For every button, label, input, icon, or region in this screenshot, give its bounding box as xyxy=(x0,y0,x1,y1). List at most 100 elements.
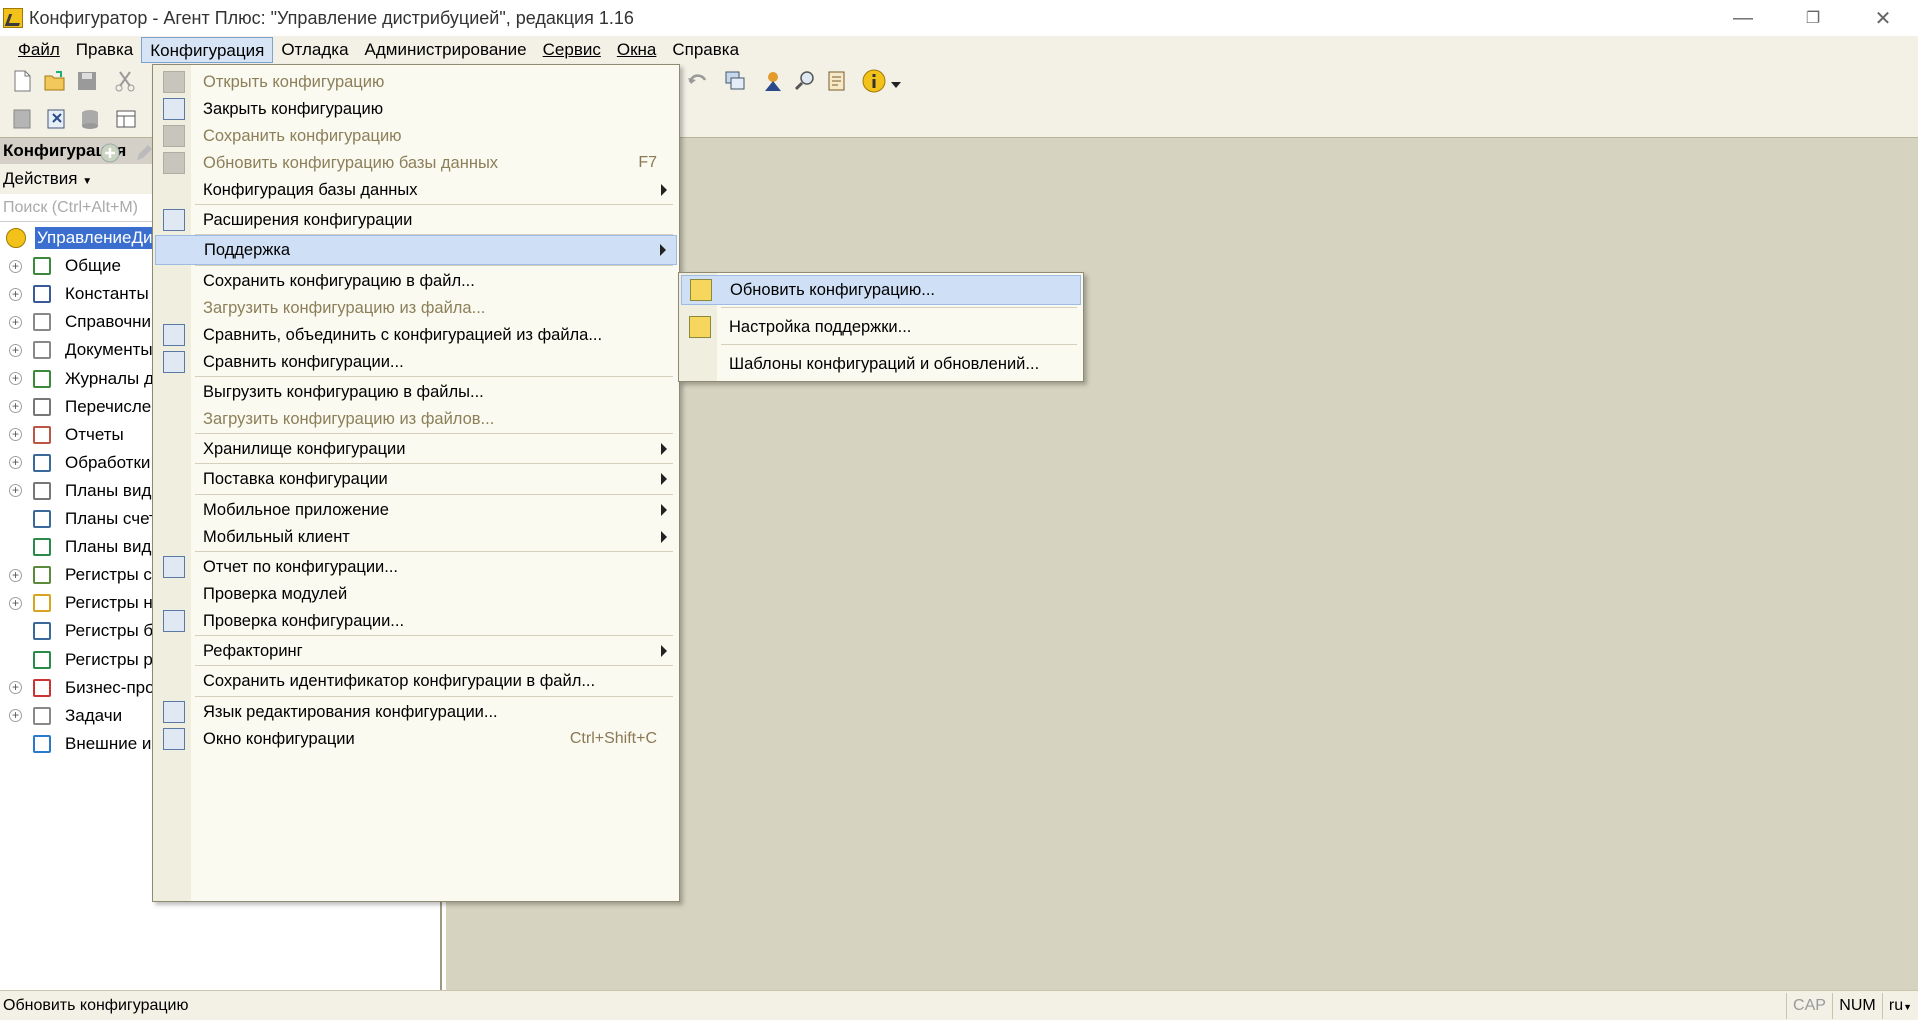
table-icon[interactable] xyxy=(115,108,137,130)
menu-item-load-configuration-from-file[interactable]: Загрузить конфигурацию из файла... xyxy=(155,293,677,323)
open-config-icon[interactable] xyxy=(11,108,33,130)
close-config-icon[interactable] xyxy=(45,108,67,130)
status-text: Обновить конфигурацию xyxy=(3,997,189,1014)
search-icon[interactable] xyxy=(794,70,816,92)
menu-item-shortcut: Ctrl+Shift+C xyxy=(569,730,657,747)
menu-item-save-configuration-id-to-file[interactable]: Сохранить идентификатор конфигурации в ф… xyxy=(155,666,677,696)
menu-separator xyxy=(721,307,1077,308)
menu-item-check-modules[interactable]: Проверка модулей xyxy=(155,579,677,609)
wizard-icon[interactable] xyxy=(762,70,784,92)
calc-registers-icon xyxy=(33,650,51,669)
menu-item-compare-configurations[interactable]: Сравнить конфигурации... xyxy=(155,347,677,377)
add-icon[interactable] xyxy=(99,142,121,164)
expand-icon[interactable]: + xyxy=(9,596,22,610)
expand-icon[interactable]: + xyxy=(9,681,22,695)
restore-button[interactable]: ❐ xyxy=(1778,0,1848,36)
enums-icon xyxy=(33,397,51,416)
expand-icon[interactable]: + xyxy=(9,456,22,470)
close-button[interactable]: ✕ xyxy=(1848,0,1918,36)
menu-item-save-configuration-to-file[interactable]: Сохранить конфигурацию в файл... xyxy=(155,266,677,296)
expand-icon[interactable]: + xyxy=(9,428,22,442)
update-db-icon xyxy=(163,152,185,174)
menu-item-configuration-extensions[interactable]: Расширения конфигурации xyxy=(155,205,677,235)
menu-debug[interactable]: Отладка xyxy=(273,37,356,63)
menu-item-label: Сравнить, объединить с конфигурацией из … xyxy=(203,325,603,344)
cut-icon[interactable] xyxy=(114,70,136,92)
menu-item-refactoring[interactable]: Рефакторинг xyxy=(155,636,677,666)
expand-icon[interactable]: + xyxy=(9,568,22,582)
menu-item-load-configuration-from-files[interactable]: Загрузить конфигурацию из файлов... xyxy=(155,404,677,434)
check-config-icon xyxy=(163,610,185,632)
menu-item-compare-merge-with-file[interactable]: Сравнить, объединить с конфигурацией из … xyxy=(155,320,677,350)
expand-icon[interactable]: + xyxy=(9,343,22,357)
expand-icon[interactable]: + xyxy=(9,709,22,723)
menu-configuration[interactable]: Конфигурация xyxy=(141,37,274,63)
menu-item-check-configuration[interactable]: Проверка конфигурации... xyxy=(155,606,677,636)
save-icon[interactable] xyxy=(76,70,98,92)
menu-item-database-configuration[interactable]: Конфигурация базы данных xyxy=(155,175,677,205)
expand-icon[interactable]: + xyxy=(9,484,22,498)
menu-item-label: Обновить конфигурацию базы данных xyxy=(203,153,499,172)
menu-item-label: Мобильное приложение xyxy=(203,500,389,519)
menu-item-label: Выгрузить конфигурацию в файлы... xyxy=(203,382,484,401)
minimize-button[interactable]: — xyxy=(1708,0,1778,36)
menu-windows[interactable]: Окна xyxy=(609,37,665,63)
expand-icon[interactable]: + xyxy=(9,259,22,273)
menu-service[interactable]: Сервис xyxy=(535,37,609,63)
menu-edit[interactable]: Правка xyxy=(68,37,141,63)
update-config-icon xyxy=(690,279,712,301)
menu-item-editing-language[interactable]: Язык редактирования конфигурации... xyxy=(155,697,677,727)
undo-icon[interactable] xyxy=(686,70,708,92)
menu-item-configuration-delivery[interactable]: Поставка конфигурации xyxy=(155,464,677,494)
status-bar: Обновить конфигурацию CAP NUM ru▼ xyxy=(0,990,1918,1020)
menu-item-configuration-window[interactable]: Окно конфигурации Ctrl+Shift+C xyxy=(155,724,677,754)
chart-accounts-icon xyxy=(33,510,51,528)
menu-help[interactable]: Справка xyxy=(664,37,747,63)
tree-node-label: Документы xyxy=(65,340,153,360)
submenu-arrow-icon xyxy=(661,531,667,543)
menu-item-mobile-application[interactable]: Мобильное приложение xyxy=(155,495,677,525)
window-title: Конфигуратор - Агент Плюс: "Управление д… xyxy=(29,7,634,28)
expand-icon[interactable]: + xyxy=(9,372,22,385)
menu-file[interactable]: Файл xyxy=(10,37,68,63)
menu-item-close-configuration[interactable]: Закрыть конфигурацию xyxy=(155,94,677,124)
info-icon[interactable] xyxy=(862,69,886,93)
expand-icon[interactable]: + xyxy=(9,400,22,414)
tree-node-label: Перечисле xyxy=(65,396,152,416)
menu-item-configuration-repository[interactable]: Хранилище конфигурации xyxy=(155,434,677,464)
open-folder-icon[interactable] xyxy=(44,70,66,92)
chevron-down-icon[interactable] xyxy=(890,78,902,90)
menu-administration[interactable]: Администрирование xyxy=(357,37,535,63)
accum-registers-icon xyxy=(33,594,51,613)
menu-item-update-database-configuration[interactable]: Обновить конфигурацию базы данных F7 xyxy=(155,148,677,178)
syntax-helper-icon[interactable] xyxy=(826,70,848,92)
tree-node-label: Планы видо xyxy=(65,537,161,557)
tree-node-label: Обработки xyxy=(65,452,151,472)
expand-icon[interactable]: + xyxy=(9,287,22,301)
menu-item-open-configuration[interactable]: Открыть конфигурацию xyxy=(155,67,677,97)
menu-item-dump-configuration-to-files[interactable]: Выгрузить конфигурацию в файлы... xyxy=(155,377,677,407)
menu-item-label: Настройка поддержки... xyxy=(729,317,912,336)
expand-icon[interactable]: + xyxy=(9,315,22,329)
database-icon[interactable] xyxy=(79,108,101,130)
new-file-icon[interactable] xyxy=(11,70,33,92)
menu-item-configuration-report[interactable]: Отчет по конфигурации... xyxy=(155,552,677,582)
tree-node-label: Регистры на xyxy=(65,593,163,613)
business-processes-icon xyxy=(33,678,51,697)
menu-item-label: Обновить конфигурацию... xyxy=(730,280,936,299)
windows-icon[interactable] xyxy=(724,70,746,92)
catalogs-icon xyxy=(33,313,51,332)
submenu-item-config-templates[interactable]: Шаблоны конфигураций и обновлений... xyxy=(681,349,1081,379)
menu-item-label: Конфигурация базы данных xyxy=(203,180,418,199)
menu-item-mobile-client[interactable]: Мобильный клиент xyxy=(155,522,677,552)
info-registers-icon xyxy=(33,566,51,585)
submenu-item-update-configuration[interactable]: Обновить конфигурацию... xyxy=(681,275,1081,305)
num-lock-indicator: NUM xyxy=(1832,993,1882,1019)
menu-item-support[interactable]: Поддержка xyxy=(155,235,677,265)
submenu-item-support-settings[interactable]: Настройка поддержки... xyxy=(681,312,1081,342)
menu-item-label: Открыть конфигурацию xyxy=(203,72,385,91)
language-indicator[interactable]: ru▼ xyxy=(1882,993,1918,1019)
actions-dropdown[interactable]: Действия ▼ xyxy=(3,169,92,189)
menu-item-save-configuration[interactable]: Сохранить конфигурацию xyxy=(155,121,677,151)
menu-item-label: Поставка конфигурации xyxy=(203,469,388,488)
